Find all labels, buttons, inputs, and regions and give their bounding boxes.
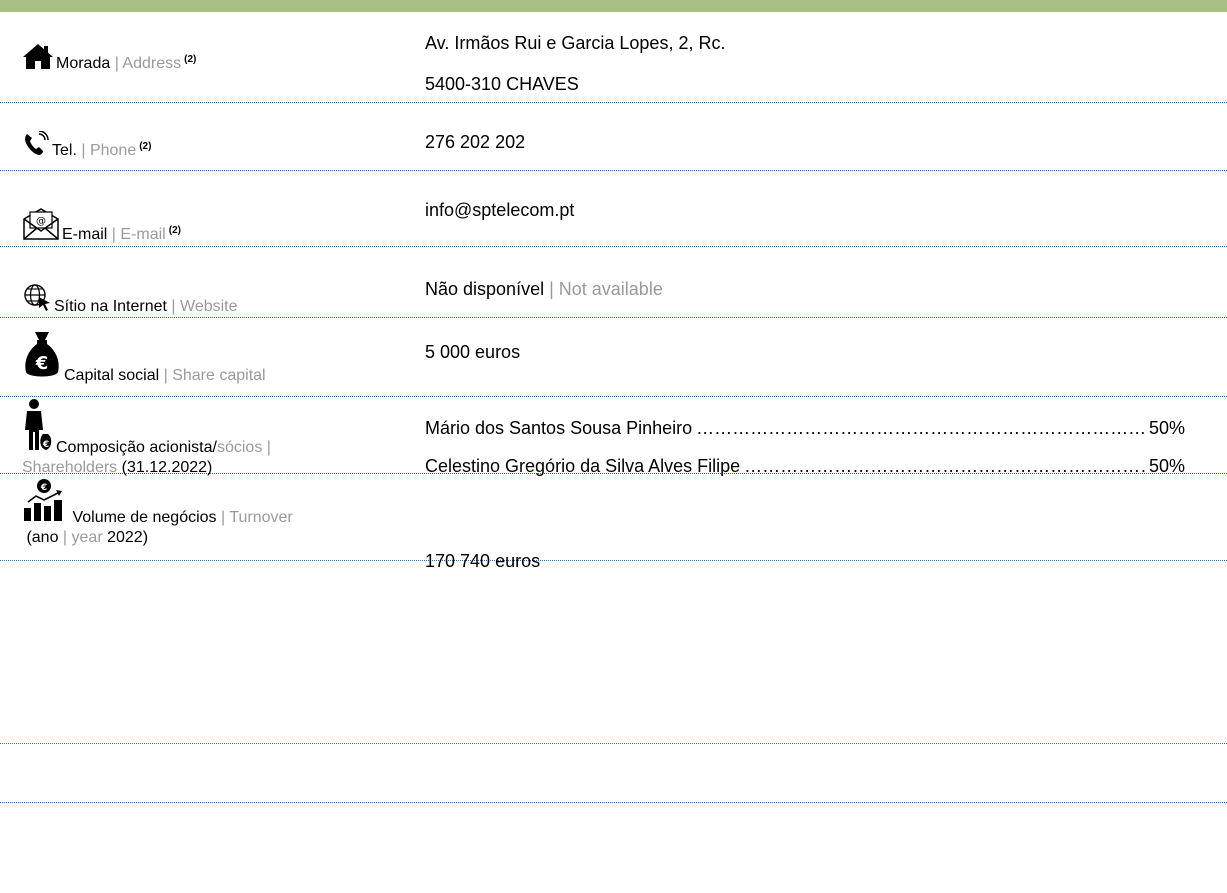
share-capital-value: 5 000 euros: [425, 342, 521, 362]
svg-text:€: €: [35, 353, 49, 374]
shareholder-icon: €: [22, 398, 54, 458]
row-market: [0, 744, 1227, 803]
svg-text:€: €: [40, 483, 47, 493]
label-phone: Tel. | Phone (2): [22, 130, 392, 163]
row-turnover: € Volume de negócios | Turnover (ano | y…: [0, 474, 1227, 571]
row-email: @ E-mail | E-mail (2) info@sptelecom.pt: [0, 171, 1227, 247]
label-share-capital: € Capital social | Share capital: [22, 330, 392, 386]
row-address: Morada | Address (2) Av. Irmãos Rui e Gar…: [0, 12, 1227, 103]
house-icon: [22, 42, 54, 76]
svg-text:@: @: [36, 216, 46, 227]
row-phone: Tel. | Phone (2) 276 202 202: [0, 103, 1227, 171]
row-share-capital: € Capital social | Share capital 5 000 e…: [0, 318, 1227, 397]
top-bar: [0, 0, 1227, 12]
phone-value: 276 202 202: [425, 132, 526, 152]
label-email: @ E-mail | E-mail (2): [22, 207, 392, 247]
row-segment: [0, 803, 1227, 893]
label-address: Morada | Address (2): [22, 42, 392, 76]
svg-text:€: €: [42, 440, 49, 450]
shareholder-row: Mário dos Santos Sousa Pinheiro50%: [425, 417, 1185, 439]
phone-icon: [22, 130, 50, 163]
row-shareholders: € Composição acionista/sócios | Sharehol…: [0, 397, 1227, 476]
address-line-2: 5400-310 CHAVES: [425, 74, 579, 94]
label-website: Sítio na Internet | Website: [22, 283, 392, 317]
label-turnover: € Volume de negócios | Turnover (ano | y…: [22, 478, 392, 548]
turnover-chart-icon: €: [22, 478, 66, 528]
row-employees: [0, 561, 1227, 744]
money-bag-euro-icon: €: [22, 330, 62, 386]
envelope-icon: @: [22, 207, 60, 247]
globe-cursor-icon: [22, 283, 52, 317]
row-website: Sítio na Internet | Website Não disponív…: [0, 247, 1227, 318]
email-value[interactable]: info@sptelecom.pt: [425, 199, 574, 221]
label-shareholders: € Composição acionista/sócios | Sharehol…: [22, 398, 392, 478]
address-line-1: Av. Irmãos Rui e Garcia Lopes, 2, Rc.: [425, 33, 726, 53]
website-value: Não disponível | Not available: [425, 279, 663, 299]
